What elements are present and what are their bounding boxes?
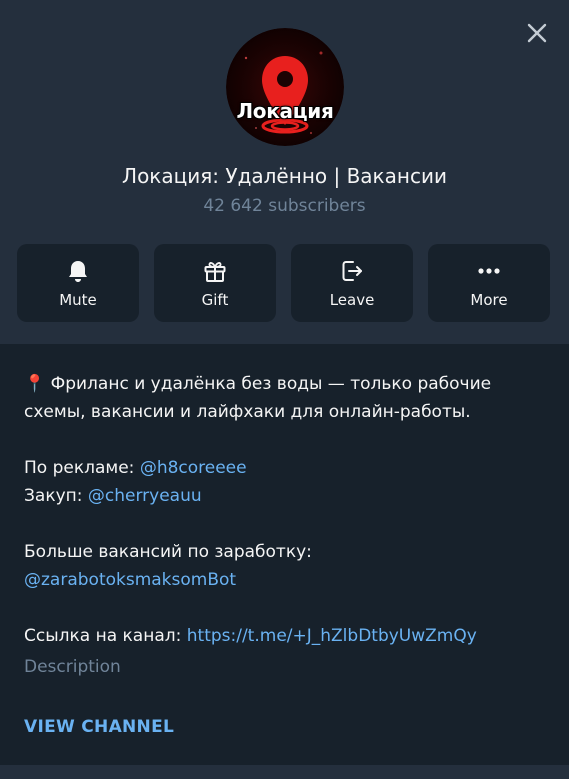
more-jobs-bot-link[interactable]: @zarabotoksmaksomBot	[24, 570, 236, 590]
ads-contact-line: По рекламе: @h8coreeee	[24, 454, 544, 482]
pin-emoji: 📍	[24, 374, 46, 394]
view-channel-button[interactable]: VIEW CHANNEL	[24, 713, 174, 741]
leave-icon	[342, 261, 362, 281]
channel-link-label: Ссылка на канал:	[24, 626, 182, 646]
gift-label: Gift	[201, 291, 229, 309]
more-button[interactable]: More	[428, 244, 550, 322]
gift-icon	[204, 262, 226, 282]
mute-button[interactable]: Mute	[17, 244, 139, 322]
close-button[interactable]	[521, 17, 553, 49]
leave-button[interactable]: Leave	[291, 244, 413, 322]
channel-name: Локация: Удалённо | Вакансии	[122, 164, 447, 188]
description-intro-text: Фриланс и удалёнка без воды — только раб…	[50, 374, 492, 394]
subscriber-count: 42 642 subscribers	[203, 196, 366, 216]
more-jobs-bot-line: @zarabotoksmaksomBot	[24, 566, 544, 594]
channel-header: Локация Локация: Удалённо | Вакансии 42 …	[0, 0, 569, 344]
leave-label: Leave	[329, 291, 375, 309]
gift-button[interactable]: Gift	[154, 244, 276, 322]
description-caption: Description	[24, 657, 121, 677]
bottom-divider	[0, 765, 569, 779]
purchase-contact-line: Закуп: @cherryeauu	[24, 482, 544, 510]
channel-invite-link[interactable]: https://t.me/+J_hZlbDtbyUwZmQy	[187, 626, 477, 646]
description-intro-line: 📍 Фриланс и удалёнка без воды — только р…	[24, 370, 544, 398]
channel-info-panel: Локация Локация: Удалённо | Вакансии 42 …	[0, 0, 569, 779]
purchase-contact-label: Закуп:	[24, 486, 83, 506]
channel-link-line: Ссылка на канал: https://t.me/+J_hZlbDtb…	[24, 622, 544, 650]
purchase-contact-link[interactable]: @cherryeauu	[88, 486, 202, 506]
more-jobs-label: Больше вакансий по заработку:	[24, 542, 312, 562]
description-intro-line: схемы, вакансии и лайфхаки для онлайн-ра…	[24, 398, 544, 426]
mute-label: Mute	[59, 291, 97, 309]
description-intro-text: схемы, вакансии и лайфхаки для онлайн-ра…	[24, 402, 471, 422]
ads-contact-label: По рекламе:	[24, 458, 135, 478]
avatar-label: Локация	[236, 99, 334, 123]
more-jobs-line: Больше вакансий по заработку:	[24, 538, 544, 566]
location-pin-icon	[226, 28, 344, 146]
ads-contact-link[interactable]: @h8coreeee	[140, 458, 247, 478]
avatar[interactable]: Локация	[226, 28, 344, 146]
bell-icon	[69, 261, 87, 282]
more-dots-icon	[478, 268, 500, 274]
channel-description: 📍 Фриланс и удалёнка без воды — только р…	[24, 370, 544, 650]
close-icon	[527, 23, 547, 43]
more-label: More	[470, 291, 508, 309]
